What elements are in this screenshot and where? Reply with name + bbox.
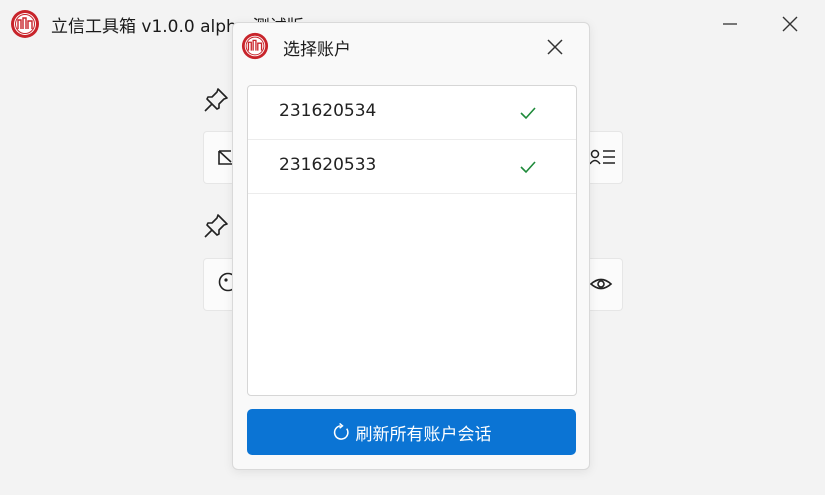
list-icon[interactable] <box>589 147 617 167</box>
select-account-dialog: 选择账户 231620534 231620533 刷新所有账户会话 <box>232 22 590 470</box>
eye-icon[interactable] <box>589 275 613 293</box>
refresh-icon <box>333 422 349 440</box>
dialog-title: 选择账户 <box>283 40 351 60</box>
minimize-icon <box>723 23 737 25</box>
pin-icon[interactable] <box>202 212 230 240</box>
close-icon <box>547 39 563 55</box>
app-logo-icon <box>241 32 269 60</box>
refresh-all-sessions-button[interactable]: 刷新所有账户会话 <box>247 409 576 455</box>
account-id: 231620534 <box>279 101 377 121</box>
account-row[interactable]: 231620534 <box>248 86 576 140</box>
pin-icon[interactable] <box>202 86 230 114</box>
check-icon <box>520 107 536 120</box>
minimize-button[interactable] <box>715 9 745 39</box>
account-id: 231620533 <box>279 155 377 175</box>
window-close-button[interactable] <box>775 9 805 39</box>
close-icon <box>782 16 798 32</box>
app-logo-icon <box>11 10 39 38</box>
refresh-label: 刷新所有账户会话 <box>355 424 492 445</box>
check-icon <box>520 161 536 174</box>
account-row[interactable]: 231620533 <box>248 140 576 194</box>
dialog-close-button[interactable] <box>543 35 567 59</box>
account-list: 231620534 231620533 <box>247 85 577 396</box>
